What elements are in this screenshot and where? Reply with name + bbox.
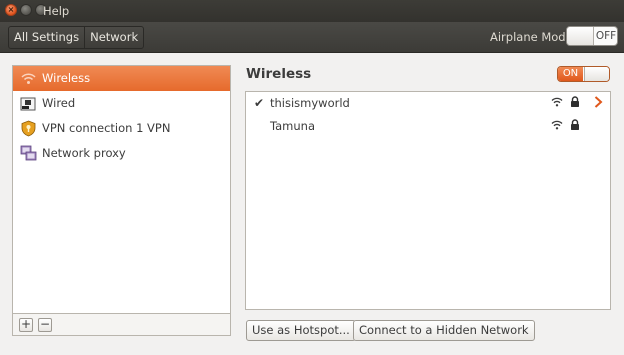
- connection-list-toolbar: + −: [12, 314, 231, 336]
- add-connection-button[interactable]: +: [19, 318, 33, 332]
- signal-strength-icon: [551, 97, 563, 107]
- connection-item-wireless[interactable]: Wireless: [13, 66, 230, 91]
- wired-icon: [20, 97, 36, 111]
- airplane-mode-switch[interactable]: OFF: [566, 26, 618, 46]
- signal-strength-icon: [551, 120, 563, 130]
- network-name: thisismyworld: [270, 96, 350, 110]
- connection-label: Wireless: [42, 71, 91, 85]
- remove-connection-button[interactable]: −: [38, 318, 52, 332]
- network-breadcrumb[interactable]: Network: [84, 27, 143, 48]
- window-title: Help: [43, 4, 70, 18]
- lock-icon: [571, 119, 579, 130]
- minimize-button[interactable]: [20, 4, 32, 16]
- connect-hidden-network-button[interactable]: Connect to a Hidden Network: [353, 320, 535, 341]
- connected-check-icon: ✔: [254, 96, 265, 110]
- network-row-thisismyworld[interactable]: ✔ thisismyworld: [246, 92, 610, 115]
- vpn-icon: [21, 120, 36, 137]
- network-list: ✔ thisismyworld Tamuna: [245, 91, 611, 310]
- connection-label: Wired: [42, 96, 76, 110]
- connection-label: VPN connection 1 VPN: [42, 121, 171, 135]
- title-bar: × Help: [0, 0, 624, 22]
- network-row-tamuna[interactable]: Tamuna: [246, 115, 610, 138]
- lock-icon: [571, 96, 579, 107]
- connection-list: Wireless Wired VPN connection 1 VPN Netw…: [12, 65, 231, 314]
- connection-item-network-proxy[interactable]: Network proxy: [13, 141, 230, 166]
- toolbar: All Settings Network Airplane Mode OFF: [0, 22, 624, 53]
- close-icon: ×: [7, 5, 15, 14]
- network-proxy-icon: [20, 145, 37, 161]
- wireless-icon: [21, 73, 36, 84]
- connection-item-vpn[interactable]: VPN connection 1 VPN: [13, 116, 230, 141]
- all-settings-button[interactable]: All Settings: [9, 27, 84, 48]
- network-name: Tamuna: [270, 119, 315, 133]
- wireless-switch[interactable]: ON: [557, 66, 610, 82]
- breadcrumb: All Settings Network: [8, 26, 145, 49]
- wireless-switch-state: ON: [558, 67, 583, 81]
- panel-title: Wireless: [246, 66, 312, 82]
- close-button[interactable]: ×: [5, 4, 17, 16]
- switch-knob: [584, 67, 609, 81]
- airplane-mode-state: OFF: [595, 30, 617, 42]
- connection-item-wired[interactable]: Wired: [13, 91, 230, 116]
- network-details-icon[interactable]: [594, 96, 603, 108]
- use-as-hotspot-button[interactable]: Use as Hotspot...: [246, 320, 356, 341]
- network-settings-window: × Help All Settings Network Airplane Mod…: [0, 0, 624, 355]
- switch-knob: [567, 27, 594, 45]
- connection-label: Network proxy: [42, 146, 126, 160]
- airplane-mode-label: Airplane Mode: [490, 30, 573, 44]
